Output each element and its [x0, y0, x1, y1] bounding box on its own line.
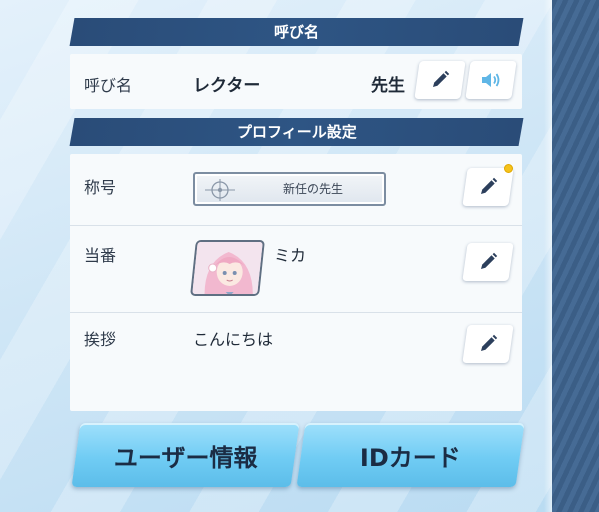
character-portrait [192, 242, 265, 296]
right-edge-decoration [552, 0, 599, 512]
assistant-label: 当番 [84, 246, 117, 265]
pencil-icon [481, 334, 498, 351]
row-divider [70, 225, 522, 226]
notification-dot [504, 164, 513, 173]
pencil-icon [481, 252, 498, 269]
honorific-value: 先生 [371, 76, 405, 96]
edit-title-button[interactable] [462, 168, 514, 206]
title-label: 称号 [84, 178, 117, 197]
profile-section-title: プロフィール設定 [236, 123, 357, 141]
nickname-label: 呼び名 [84, 76, 133, 95]
greeting-label: 挨拶 [84, 330, 117, 349]
user-info-button-label: ユーザー情報 [113, 443, 258, 472]
crosshair-crest-icon [205, 179, 235, 201]
nickname-value: レクター [193, 76, 261, 96]
nickname-section-header: 呼び名 [69, 18, 524, 46]
profile-section-header: プロフィール設定 [69, 118, 524, 146]
pencil-icon [433, 70, 450, 87]
nickname-section-title: 呼び名 [273, 23, 319, 41]
voice-honorific-button[interactable] [465, 61, 517, 99]
edit-greeting-button[interactable] [462, 325, 514, 363]
title-value: 新任の先生 [283, 182, 344, 196]
row-divider [70, 312, 522, 313]
title-badge[interactable]: 新任の先生 [193, 172, 386, 206]
id-card-button[interactable]: IDカード [296, 423, 525, 487]
assistant-name: ミカ [274, 246, 307, 265]
speaker-icon [482, 73, 500, 87]
edit-nickname-button[interactable] [414, 61, 466, 99]
edit-assistant-button[interactable] [462, 243, 514, 281]
user-info-button[interactable]: ユーザー情報 [71, 423, 300, 487]
greeting-value: こんにちは [193, 330, 274, 349]
assistant-avatar[interactable] [190, 240, 265, 296]
right-edge-highlight [544, 0, 552, 512]
pencil-icon [481, 177, 498, 194]
id-card-button-label: IDカード [360, 443, 461, 472]
